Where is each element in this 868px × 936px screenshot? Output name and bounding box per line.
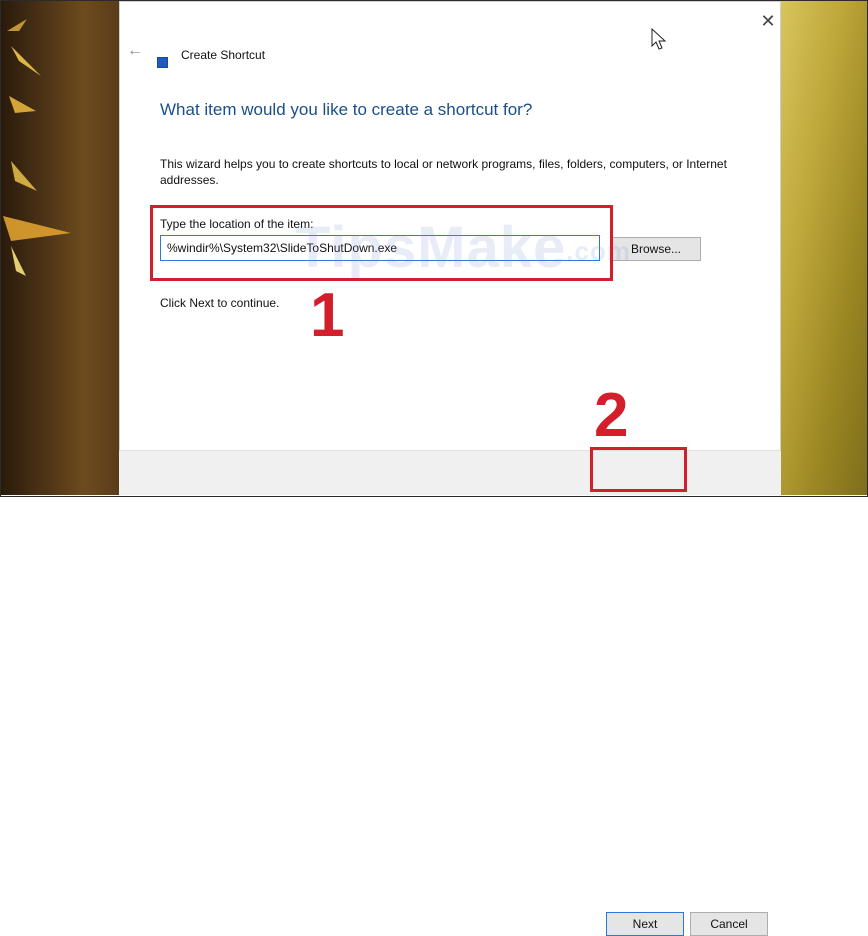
dialog-footer: Next Cancel (119, 450, 781, 936)
desktop-wallpaper-right (781, 1, 867, 495)
wizard-heading: What item would you like to create a sho… (160, 100, 533, 119)
browse-button[interactable]: Browse... (611, 237, 701, 261)
shortcut-icon (157, 57, 168, 68)
mouse-cursor-icon (651, 28, 667, 50)
dialog-title: Create Shortcut (181, 48, 266, 62)
back-arrow-icon[interactable]: ← (127, 43, 143, 59)
close-icon[interactable]: ✕ (759, 12, 777, 30)
cancel-button[interactable]: Cancel (690, 912, 768, 936)
location-label: Type the location of the item: (160, 217, 314, 231)
continue-text: Click Next to continue. (160, 296, 280, 310)
location-input[interactable] (160, 235, 600, 261)
next-button[interactable]: Next (606, 912, 684, 936)
create-shortcut-dialog: ← Create Shortcut ✕ What item would you … (119, 1, 781, 936)
bamboo-leaves-icon (3, 19, 71, 276)
wizard-description: This wizard helps you to create shortcut… (160, 157, 727, 187)
desktop-wallpaper-left (1, 1, 119, 495)
